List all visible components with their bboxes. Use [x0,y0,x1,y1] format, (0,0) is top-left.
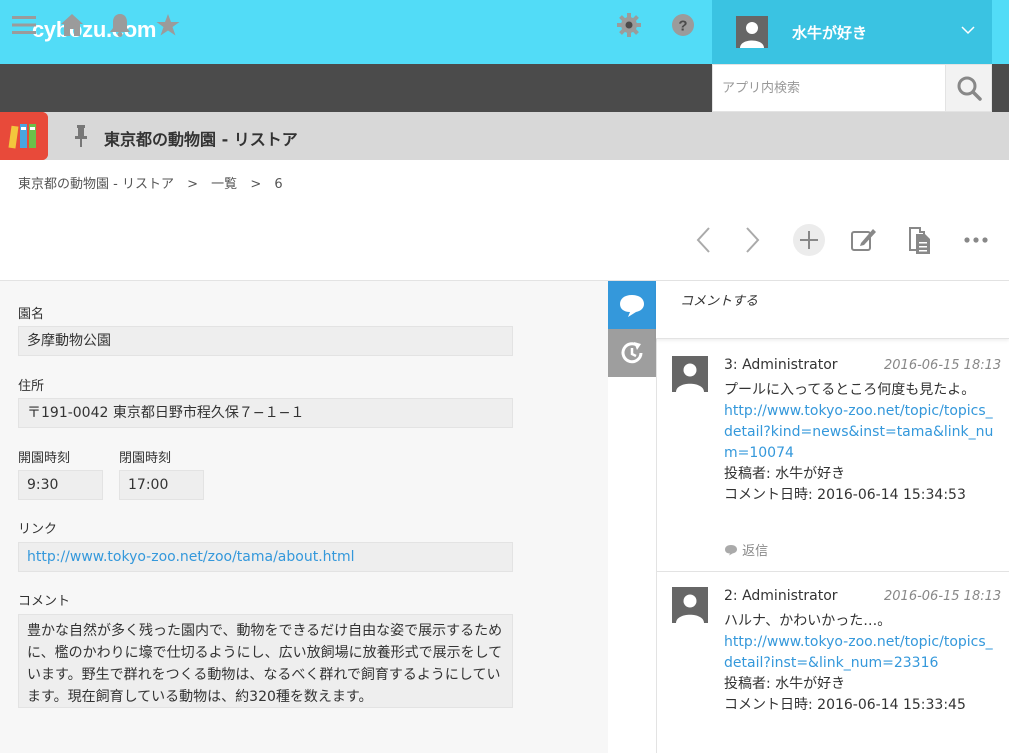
breadcrumb-separator: > [187,177,199,192]
history-icon [621,342,643,364]
comment-divider [656,571,1009,572]
comment-placeholder: コメントする [680,294,759,309]
reply-bubble-icon [725,545,737,556]
prev-record-icon[interactable] [688,224,720,256]
comment-date: 2016-06-15 18:13 [884,589,1002,604]
duplicate-icon[interactable] [904,224,936,256]
chevron-down-icon [961,26,975,35]
search-input[interactable] [713,65,945,111]
breadcrumb-record-id: 6 [274,177,283,192]
comment-date: 2016-06-15 18:13 [884,358,1002,373]
comment-value: 豊かな自然が多く残った園内で、動物をできるだけ自由な姿で展示するために、檻のかわ… [18,614,513,708]
comments-tab[interactable] [608,281,656,329]
star-icon[interactable] [155,12,181,38]
comment-time: コメント日時: 2016-06-14 15:33:45 [724,697,966,713]
bell-icon[interactable] [107,12,133,38]
help-icon[interactable]: ? [670,12,696,38]
svg-text:?: ? [678,18,687,35]
user-menu[interactable]: 水牛が好き [712,0,992,64]
next-record-icon[interactable] [736,224,768,256]
comment-text: ハルナ、かわいかった…。 [724,613,892,629]
gear-icon[interactable] [616,12,642,38]
edit-icon[interactable] [847,224,879,256]
park-name-label: 園名 [18,307,45,322]
comment-time: コメント日時: 2016-06-14 15:34:53 [724,487,966,503]
comment-avatar-icon[interactable] [672,356,708,392]
search-button[interactable] [945,65,991,111]
open-time-value: 9:30 [18,470,103,500]
cybozu-logo[interactable]: cybozu.com [32,17,156,43]
close-time-value: 17:00 [119,470,204,500]
comment-body: プールに入ってるところ何度も見たよ。 http://www.tokyo-zoo.… [724,380,994,506]
add-record-icon[interactable] [793,224,825,256]
comment-author[interactable]: 2: Administrator [724,588,838,604]
open-time-label: 開園時刻 [18,451,71,466]
more-icon[interactable] [960,224,992,256]
link-value[interactable]: http://www.tokyo-zoo.net/zoo/tama/about.… [18,542,513,572]
comment-author[interactable]: 3: Administrator [724,357,838,373]
home-icon[interactable] [59,12,85,38]
address-value: 〒191-0042 東京都日野市程久保７−１−１ [18,398,513,428]
user-name: 水牛が好き [792,24,868,42]
comment-poster: 投稿者: 水牛が好き [724,466,846,482]
menu-icon[interactable] [11,12,37,38]
search-icon [957,76,982,101]
app-icon[interactable] [0,112,48,160]
close-time-label: 閉園時刻 [119,451,172,466]
history-tab[interactable] [608,329,656,377]
breadcrumb: 東京都の動物園 - リストア > 一覧 > 6 [18,173,292,192]
breadcrumb-separator: > [250,177,262,192]
user-avatar-icon [736,16,768,48]
reply-button[interactable]: 返信 [724,540,768,559]
comment-bubble-icon [620,295,644,317]
search-box [712,64,992,112]
address-label: 住所 [18,379,45,394]
comment-text: プールに入ってるところ何度も見たよ。 [724,382,976,398]
breadcrumb-list[interactable]: 一覧 [211,177,237,192]
pin-icon[interactable] [72,124,90,148]
reply-label: 返信 [742,544,769,559]
comment-label: コメント [18,594,71,609]
comment-avatar-icon[interactable] [672,587,708,623]
comment-body: ハルナ、かわいかった…。 http://www.tokyo-zoo.net/to… [724,611,994,716]
header-edge [992,0,1009,64]
link-label: リンク [18,522,58,537]
comment-poster: 投稿者: 水牛が好き [724,676,846,692]
breadcrumb-app[interactable]: 東京都の動物園 - リストア [18,177,174,192]
park-name-value: 多摩動物公園 [18,326,513,356]
nav-edge [992,64,1009,112]
comment-link[interactable]: http://www.tokyo-zoo.net/topic/topics_de… [724,634,993,671]
app-title: 東京都の動物園 - リストア [104,130,298,149]
comment-link[interactable]: http://www.tokyo-zoo.net/topic/topics_de… [724,403,993,461]
